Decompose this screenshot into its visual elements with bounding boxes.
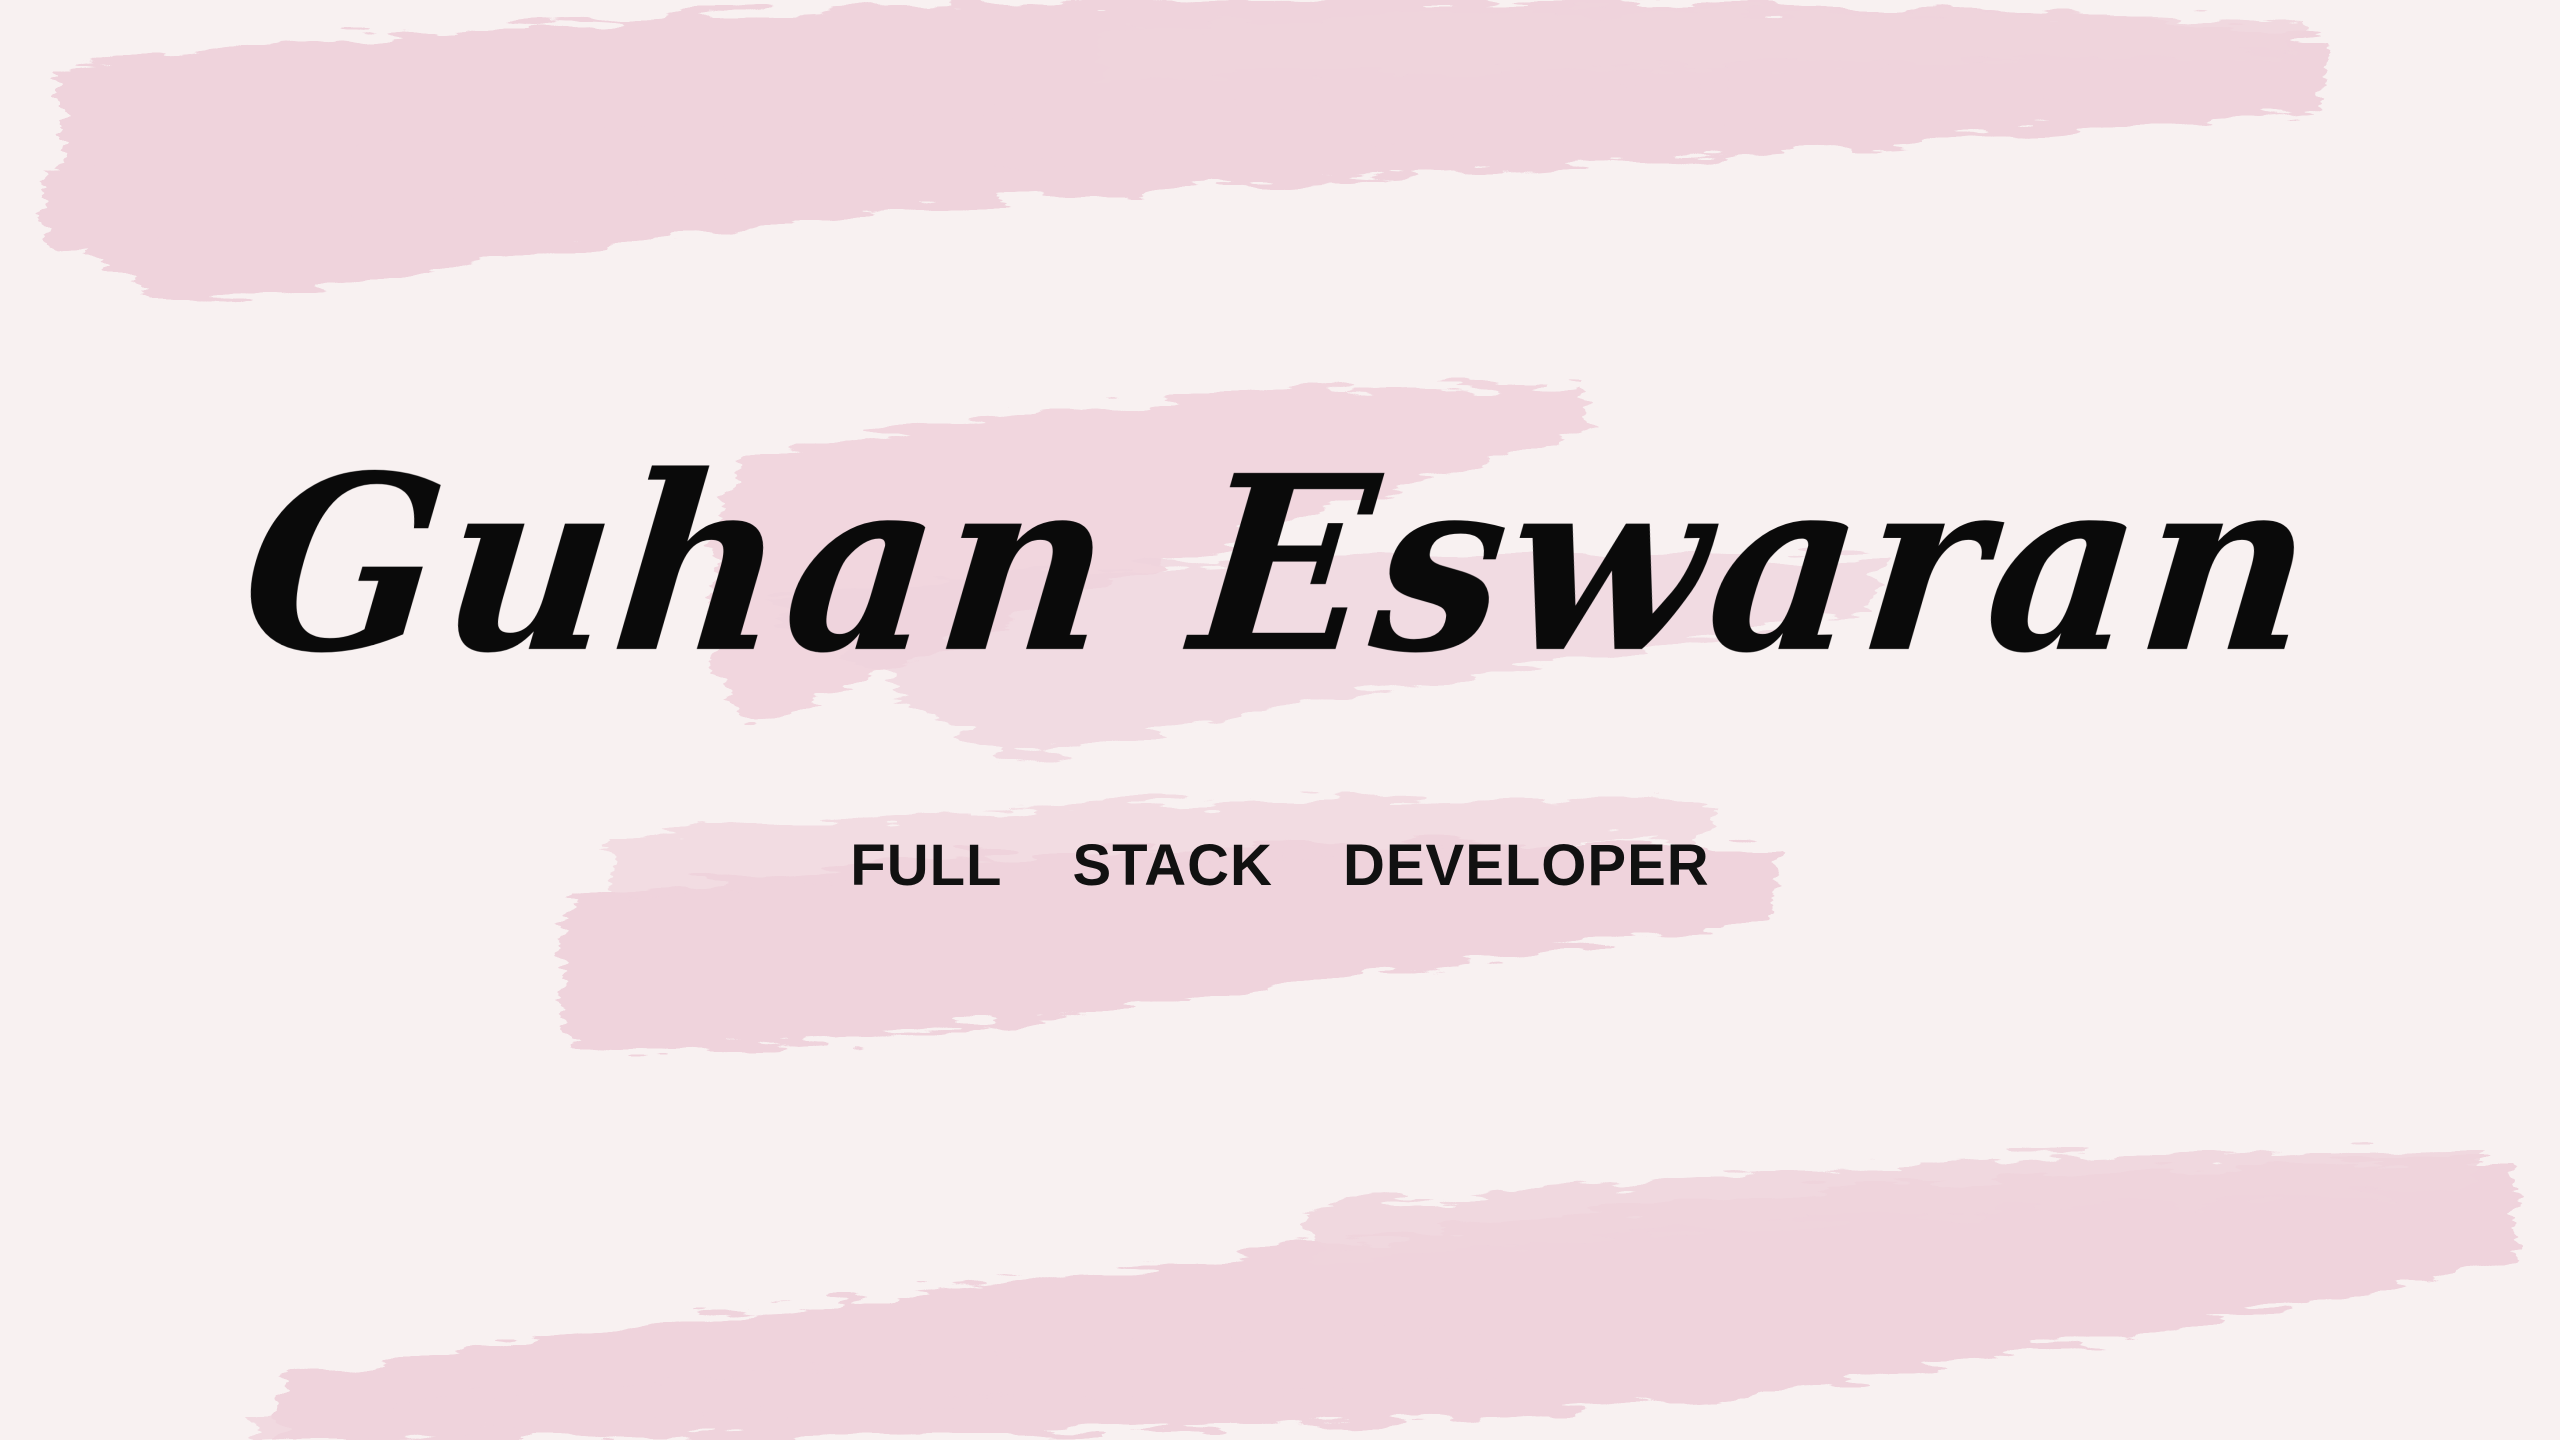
name-title: Guhan Eswaran bbox=[230, 423, 2330, 707]
role-word-full: FULL bbox=[850, 833, 1003, 898]
role-word-developer: DEVELOPER bbox=[1342, 833, 1710, 898]
banner-canvas: Guhan Eswaran FULL STACK DEVELOPER bbox=[0, 0, 2560, 1440]
bottom-brush-stroke bbox=[250, 1150, 2520, 1440]
role-word-stack: STACK bbox=[1072, 833, 1273, 898]
role-subtitle: FULL STACK DEVELOPER bbox=[0, 832, 2560, 899]
top-brush-stroke bbox=[40, 0, 2330, 304]
